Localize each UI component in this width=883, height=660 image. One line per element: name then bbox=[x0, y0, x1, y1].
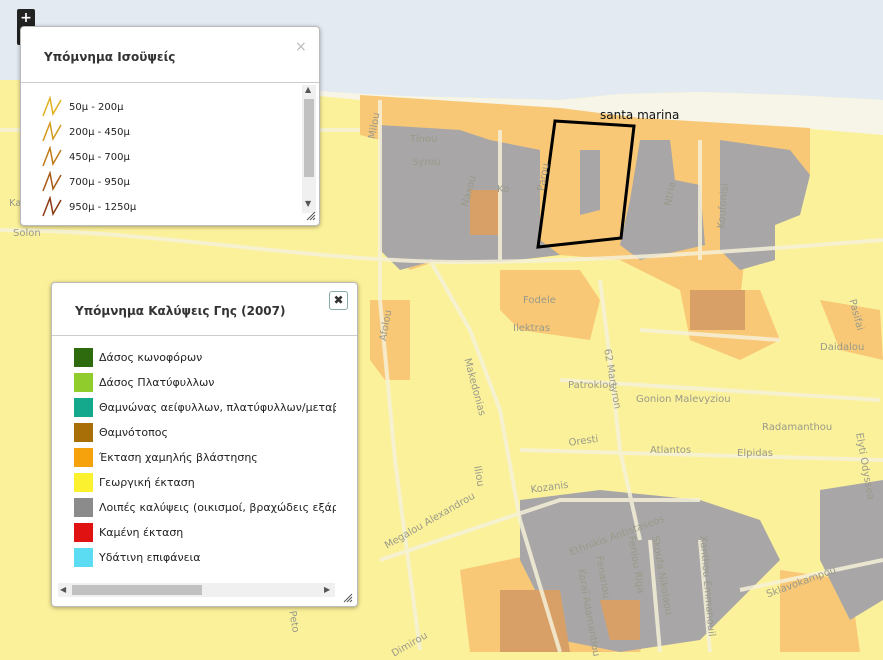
land-cover-legend-panel: Υπόμνημα Καλύψεις Γης (2007) ✖ Δάσος κων… bbox=[51, 282, 358, 607]
resize-grip-icon[interactable] bbox=[343, 593, 353, 603]
land-cover-legend-item: Καμένη έκταση bbox=[74, 522, 183, 542]
resize-grip-icon[interactable] bbox=[306, 211, 316, 221]
place-label: santa marina bbox=[600, 108, 680, 122]
contour-legend-item: 50μ - 200μ bbox=[41, 95, 124, 119]
land-cover-legend-label: Έκταση χαμηλής βλάστησης bbox=[99, 450, 258, 464]
street-label: Ilektras bbox=[513, 323, 551, 334]
contour-legend-label: 200μ - 450μ bbox=[69, 126, 130, 138]
contour-legend-label: 50μ - 200μ bbox=[69, 101, 124, 113]
street-label: Gonion Malevyziou bbox=[636, 394, 731, 405]
contour-legend-list: 50μ - 200μ 200μ - 450μ 450μ - 700μ 700μ … bbox=[21, 87, 301, 221]
land-cover-legend-item: Θαμνότοπος bbox=[74, 422, 168, 442]
contour-line-icon bbox=[42, 146, 62, 167]
street-label: Daidalou bbox=[820, 342, 865, 353]
panel-divider bbox=[52, 335, 357, 336]
land-cover-legend-label: Θαμνότοπος bbox=[99, 425, 168, 439]
contour-legend-label: 950μ - 1250μ bbox=[69, 201, 137, 213]
street-label: Radamanthou bbox=[762, 422, 833, 433]
scroll-down-icon[interactable]: ▼ bbox=[305, 199, 311, 208]
legend-swatch bbox=[74, 522, 93, 542]
scroll-thumb[interactable] bbox=[304, 99, 314, 177]
land-cover-legend-title: Υπόμνημα Καλύψεις Γης (2007) bbox=[75, 304, 286, 318]
close-icon[interactable]: × bbox=[295, 39, 307, 55]
contour-legend-label: 700μ - 950μ bbox=[69, 176, 130, 188]
zoom-in-button[interactable]: + bbox=[17, 9, 35, 27]
street-label: Elpidas bbox=[737, 448, 773, 459]
street-label: Syrou bbox=[412, 157, 441, 168]
contour-legend-label: 450μ - 700μ bbox=[69, 151, 130, 163]
contour-line-icon bbox=[42, 171, 62, 192]
land-cover-legend-item: Έκταση χαμηλής βλάστησης bbox=[74, 447, 258, 467]
land-cover-legend-item: Γεωργική έκταση bbox=[74, 472, 195, 492]
legend-swatch bbox=[74, 497, 93, 517]
contour-line-icon bbox=[42, 96, 62, 117]
land-cover-legend-label: Υδάτινη επιφάνεια bbox=[99, 550, 201, 564]
contour-line-icon bbox=[42, 196, 62, 217]
land-cover-legend-label: Καμένη έκταση bbox=[99, 525, 184, 539]
street-label: Fodele bbox=[523, 295, 556, 306]
contour-legend-item: 700μ - 950μ bbox=[41, 170, 130, 194]
legend-swatch bbox=[74, 472, 93, 492]
street-label: Atlantos bbox=[650, 445, 692, 456]
legend-swatch bbox=[74, 447, 93, 467]
legend-swatch bbox=[74, 372, 93, 392]
street-label: Tinou bbox=[410, 134, 438, 145]
contour-legend-scrollbar[interactable]: ▲ ▼ bbox=[302, 85, 316, 213]
legend-swatch bbox=[74, 397, 93, 417]
legend-swatch bbox=[74, 347, 93, 367]
legend-swatch bbox=[74, 547, 93, 567]
contour-legend-item: 450μ - 700μ bbox=[41, 145, 130, 169]
close-button[interactable]: ✖ bbox=[329, 291, 348, 310]
land-cover-legend-scrollbar[interactable]: ◀ ▶ bbox=[58, 583, 335, 597]
land-cover-legend-item: Υδάτινη επιφάνεια bbox=[74, 547, 201, 567]
land-cover-legend-item: Λοιπές καλύψεις (οικισμοί, βραχώδεις εξά… bbox=[74, 497, 336, 517]
scroll-left-icon[interactable]: ◀ bbox=[60, 585, 66, 594]
scroll-right-icon[interactable]: ▶ bbox=[324, 585, 330, 594]
land-cover-legend-label: Λοιπές καλύψεις (οικισμοί, βραχώδεις εξά… bbox=[99, 500, 336, 514]
land-cover-legend-list: Δάσος κωνοφόρων Δάσος Πλατύφυλλων Θαμνών… bbox=[52, 341, 336, 581]
contour-legend-title: Υπόμνημα Ισοϋψείς bbox=[44, 50, 176, 64]
land-cover-legend-item: Δάσος Πλατύφυλλων bbox=[74, 372, 214, 392]
land-cover-legend-item: Δάσος κωνοφόρων bbox=[74, 347, 202, 367]
contour-legend-panel: Υπόμνημα Ισοϋψείς × 50μ - 200μ 200μ - 45… bbox=[20, 26, 320, 226]
land-cover-legend-label: Δάσος κωνοφόρων bbox=[99, 350, 203, 364]
land-cover-legend-label: Γεωργική έκταση bbox=[99, 475, 195, 489]
panel-divider bbox=[21, 82, 319, 83]
contour-legend-item: 200μ - 450μ bbox=[41, 120, 130, 144]
scroll-up-icon[interactable]: ▲ bbox=[305, 85, 311, 94]
scroll-thumb[interactable] bbox=[72, 585, 202, 595]
land-cover-legend-label: Θαμνώνας αείφυλλων, πλατύφυλλων/μεταβα bbox=[99, 400, 336, 414]
legend-swatch bbox=[74, 422, 93, 442]
street-label: Ko bbox=[497, 184, 510, 195]
contour-line-icon bbox=[42, 121, 62, 142]
street-label: Solon bbox=[13, 228, 41, 239]
land-cover-legend-item: Θαμνώνας αείφυλλων, πλατύφυλλων/μεταβα bbox=[74, 397, 336, 417]
street-label: Patroklou bbox=[568, 380, 615, 391]
contour-legend-item: 950μ - 1250μ bbox=[41, 195, 136, 219]
land-cover-legend-label: Δάσος Πλατύφυλλων bbox=[99, 375, 215, 389]
